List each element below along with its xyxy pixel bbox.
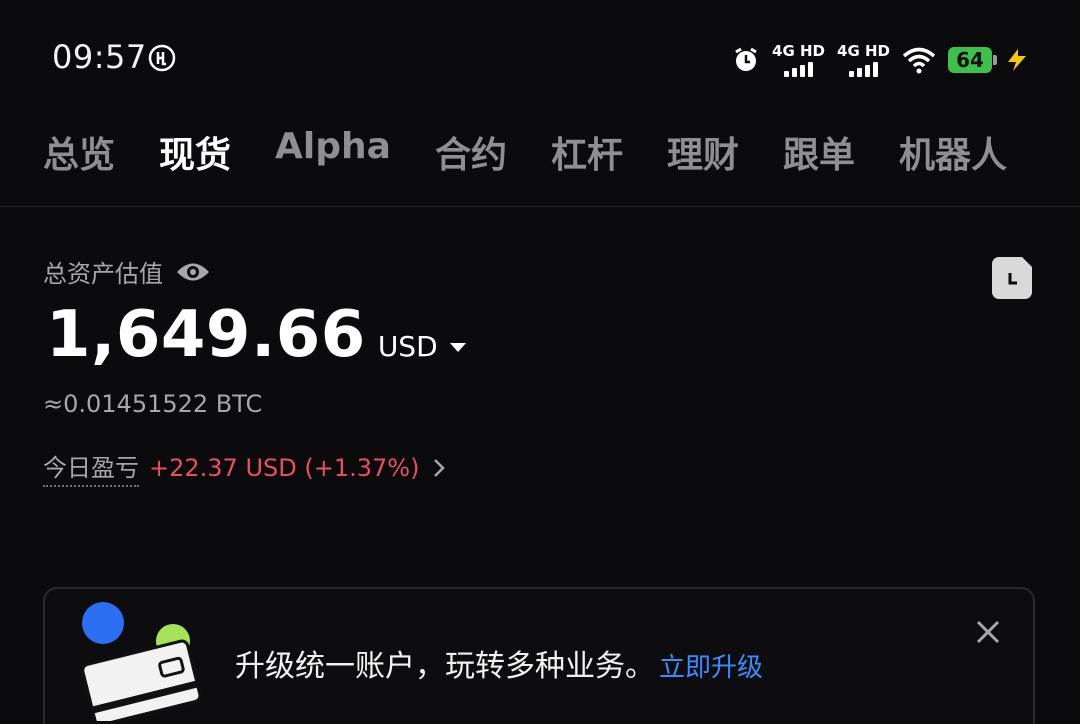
tab-futures[interactable]: 合约 xyxy=(435,126,507,178)
wallet-illustration-icon xyxy=(81,602,202,721)
daily-pnl-value: +22.37 USD (+1.37%) xyxy=(149,453,420,482)
signal-label-2: 4G HD xyxy=(837,42,890,60)
signal-bars-icon xyxy=(849,61,878,77)
asset-tabs: 总览 现货 Alpha 合约 杠杆 理财 跟单 机器人 xyxy=(43,126,1051,178)
banner-text: 升级统一账户，玩转多种业务。 xyxy=(235,649,655,684)
upgrade-account-banner: 升级统一账户，玩转多种业务。 立即升级 xyxy=(43,587,1035,724)
btc-equivalent: ≈0.01451522 BTC xyxy=(43,390,263,418)
currency-selector[interactable]: USD xyxy=(378,330,438,363)
chevron-down-icon[interactable] xyxy=(449,343,466,352)
app-notification-icon xyxy=(148,44,176,72)
tab-alpha[interactable]: Alpha xyxy=(275,126,391,178)
eye-icon[interactable] xyxy=(175,259,211,285)
tab-earn[interactable]: 理财 xyxy=(667,126,739,178)
battery-indicator: 64 xyxy=(948,47,997,73)
asset-label-row: 总资产估值 xyxy=(43,254,211,289)
daily-pnl-row[interactable]: 今日盈亏 +22.37 USD (+1.37%) xyxy=(43,448,451,487)
balance-row: 1,649.66 USD xyxy=(46,298,466,372)
alarm-icon xyxy=(735,47,757,71)
upgrade-now-link[interactable]: 立即升级 xyxy=(659,653,763,683)
spot-assets-screen: 09:57 4G HD 4G HD 64 总览 现货 Alpha 合约 杠杆 理… xyxy=(0,0,1080,724)
wifi-icon xyxy=(902,47,936,74)
daily-pnl-label[interactable]: 今日盈亏 xyxy=(43,448,139,487)
tab-bots[interactable]: 机器人 xyxy=(899,126,1007,178)
charging-bolt-icon xyxy=(1008,49,1026,71)
close-icon[interactable] xyxy=(975,619,1001,645)
banner-message: 升级统一账户，玩转多种业务。 立即升级 xyxy=(235,641,763,685)
cellular-signal-2: 4G HD xyxy=(837,43,890,77)
tabs-divider xyxy=(0,206,1080,207)
history-record-icon[interactable] xyxy=(992,257,1032,299)
signal-label-1: 4G HD xyxy=(772,42,826,60)
tab-overview[interactable]: 总览 xyxy=(43,126,115,178)
status-indicators: 4G HD 4G HD 64 xyxy=(732,40,1030,80)
total-balance: 1,649.66 xyxy=(46,298,366,372)
cellular-signal-1: 4G HD xyxy=(772,43,825,77)
signal-bars-icon xyxy=(784,61,814,77)
chevron-right-icon[interactable] xyxy=(427,454,451,482)
tab-margin[interactable]: 杠杆 xyxy=(551,126,623,178)
tab-copy-trading[interactable]: 跟单 xyxy=(783,126,855,178)
tab-spot[interactable]: 现货 xyxy=(159,126,231,178)
status-time: 09:57 xyxy=(52,38,147,76)
total-asset-label: 总资产估值 xyxy=(43,260,163,288)
